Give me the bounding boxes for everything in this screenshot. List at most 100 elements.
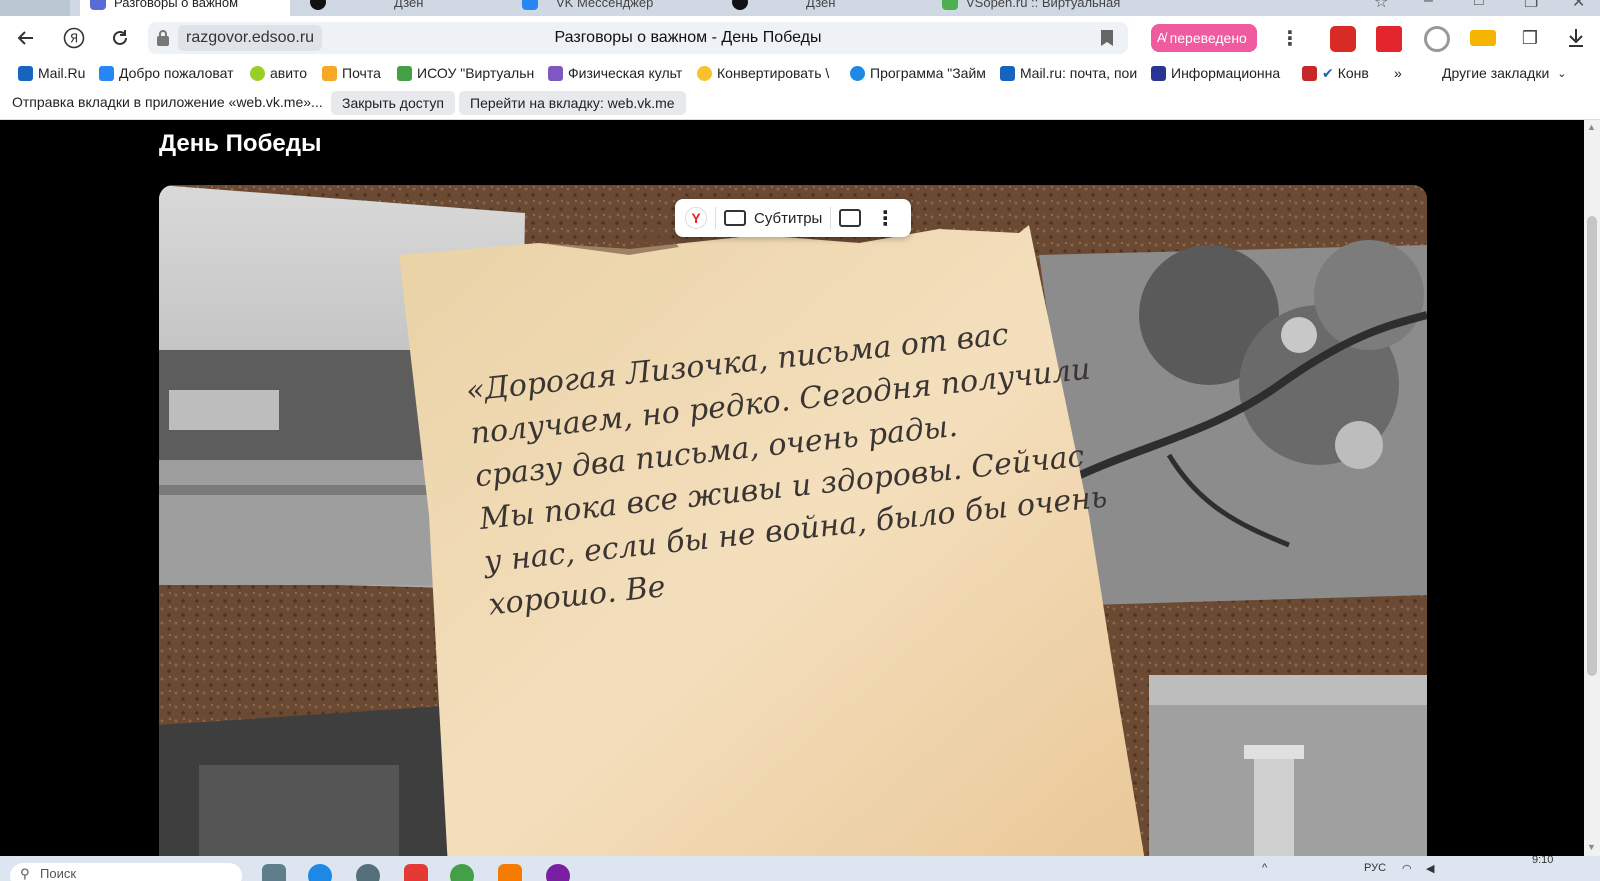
tab-vk-messenger[interactable]: VK Мессенджер <box>512 0 712 16</box>
pdf24-icon <box>1302 65 1317 81</box>
yandex-browser-icon[interactable] <box>404 864 428 881</box>
url-domain[interactable]: razgovor.edsoo.ru <box>178 25 323 51</box>
page-menu-button[interactable]: ⋮ <box>1276 24 1304 52</box>
tab-razgovor[interactable]: Разговоры о важном <box>80 0 290 16</box>
keyboard-language[interactable]: РУС <box>1364 862 1386 874</box>
other-bookmarks-button[interactable]: Другие закладки ⌄ <box>1442 63 1567 83</box>
tab-dzen-1[interactable]: Дзен <box>300 0 500 16</box>
settings-gear-icon[interactable] <box>356 864 380 881</box>
bookmark-tab-icon[interactable]: ☆ <box>1374 0 1388 12</box>
bookmark-convert[interactable]: Конвертировать \ <box>697 63 837 83</box>
bookmark-programma[interactable]: Программа "Займ <box>850 63 986 83</box>
check-icon: ✔ <box>1322 64 1334 81</box>
translated-badge[interactable]: A̸ переведено <box>1151 24 1257 52</box>
lock-icon[interactable] <box>156 29 170 47</box>
close-window-icon[interactable]: ✕ <box>1572 0 1585 12</box>
convert-icon <box>697 65 712 81</box>
volume-icon[interactable]: ◀ <box>1426 862 1434 875</box>
wifi-icon[interactable]: ◠ <box>1402 862 1412 875</box>
bookmark-fizkultura[interactable]: Физическая культ <box>548 63 686 83</box>
bookmark-avito[interactable]: авито <box>250 63 312 83</box>
maximize-icon[interactable]: ❐ <box>1524 0 1538 12</box>
avito-icon <box>250 65 265 81</box>
minimize-icon[interactable]: – <box>1424 0 1433 10</box>
svg-text:Я: Я <box>70 32 78 46</box>
subtitles-label: Субтитры <box>754 209 823 227</box>
address-bar[interactable]: razgovor.edsoo.ru Разговоры о важном - Д… <box>148 22 1128 54</box>
scroll-up-icon[interactable]: ▲ <box>1587 122 1596 132</box>
restore-icon[interactable]: □ <box>1474 0 1484 10</box>
mail-envelope-icon <box>322 65 337 81</box>
vk-icon <box>99 65 114 81</box>
taskbar-search[interactable]: ⚲ Поиск <box>10 863 242 881</box>
task-view-icon[interactable] <box>262 864 286 881</box>
clock-time[interactable]: 9:10 <box>1532 856 1553 866</box>
download-icon <box>1569 29 1583 47</box>
goto-tab-button[interactable]: Перейти на вкладку: web.vk.me <box>459 91 686 115</box>
bookmark-vk[interactable]: Добро пожаловат <box>99 63 237 83</box>
browser-toolbar: Я razgovor.edsoo.ru Разговоры о важном -… <box>0 16 1600 60</box>
page-scrollbar[interactable]: ▲ ▼ <box>1584 120 1600 856</box>
page-heading: День Победы <box>159 130 322 157</box>
yandex-logo-icon[interactable]: Y <box>685 207 707 229</box>
scroll-thumb[interactable] <box>1587 216 1597 676</box>
bookmark-mailru[interactable]: Mail.Ru <box>18 63 93 83</box>
extension-badge-icon[interactable] <box>1424 26 1450 52</box>
programma-icon <box>850 65 865 81</box>
edge-icon[interactable] <box>308 864 332 881</box>
graduation-cap-icon <box>1151 65 1166 81</box>
bookmark-mailru-mail[interactable]: Mail.ru: почта, пои <box>1000 63 1140 83</box>
mailru-icon <box>18 65 33 81</box>
bookmark-pdf-convert[interactable]: ✔ Конв <box>1302 63 1378 83</box>
tab-label: VK Мессенджер <box>556 0 654 10</box>
pdf-extension-icon[interactable] <box>1330 26 1356 52</box>
divider <box>715 207 716 229</box>
yandex-icon: Я <box>63 27 85 49</box>
close-access-button[interactable]: Закрыть доступ <box>331 91 455 115</box>
razgovor-favicon-icon <box>90 0 106 10</box>
fizkultura-icon <box>548 65 563 81</box>
scroll-down-icon[interactable]: ▼ <box>1587 842 1596 852</box>
dzen-icon <box>732 0 748 10</box>
gift-extension-icon[interactable] <box>1376 26 1402 52</box>
chrome-icon[interactable] <box>450 864 474 881</box>
bookmarks-overflow-button[interactable]: » <box>1394 63 1402 83</box>
collections-icon[interactable]: ❒ <box>1516 24 1544 52</box>
tab-label: Разговоры о важном <box>114 0 239 10</box>
downloads-button[interactable] <box>1562 24 1590 52</box>
translated-label: переведено <box>1169 30 1247 46</box>
arrow-left-icon <box>17 31 33 45</box>
chevron-down-icon: ⌄ <box>1557 67 1567 80</box>
bookmark-pochta[interactable]: Почта <box>322 63 386 83</box>
taskbar-search-placeholder: Поиск <box>40 866 77 881</box>
video-player[interactable]: «Дорогая Лизочка, письма от вас получаем… <box>159 185 1427 856</box>
subtitles-button[interactable]: Субтитры <box>724 210 822 227</box>
viber-icon[interactable] <box>546 864 570 881</box>
divider <box>830 207 832 229</box>
tray-chevron-icon[interactable]: ^ <box>1262 862 1267 874</box>
dzen-icon <box>310 0 326 10</box>
bookmark-isou[interactable]: ИСОУ "Виртуальн <box>397 63 535 83</box>
tab-label: Дзен <box>806 0 836 10</box>
tab-label: VSopen.ru :: Виртуальная <box>966 0 1121 10</box>
vk-messenger-icon <box>522 0 538 10</box>
bookmark-info[interactable]: Информационна <box>1151 63 1287 83</box>
notification-text: Отправка вкладки в приложение «web.vk.me… <box>12 94 323 110</box>
tab-vsopen[interactable]: VSopen.ru :: Виртуальная <box>932 0 1142 16</box>
tab-group-button[interactable] <box>0 0 70 16</box>
battery-extension-icon[interactable] <box>1470 30 1496 46</box>
bookmark-icon[interactable] <box>1100 29 1114 47</box>
tab-strip: Разговоры о важном Дзен VK Мессенджер Дз… <box>0 0 1600 16</box>
picture-in-picture-icon[interactable] <box>839 209 862 227</box>
subtitles-icon <box>724 210 746 226</box>
search-icon: ⚲ <box>20 866 30 881</box>
reload-button[interactable] <box>106 24 134 52</box>
yandex-home-button[interactable]: Я <box>60 24 88 52</box>
office-icon[interactable] <box>498 864 522 881</box>
back-button[interactable] <box>12 24 40 52</box>
tab-dzen-2[interactable]: Дзен <box>722 0 922 16</box>
more-options-icon[interactable]: ⋮ <box>875 206 895 231</box>
right-bottom-photo <box>1149 675 1427 856</box>
video-controls-overlay: Y Субтитры ⋮ <box>675 199 911 237</box>
windows-taskbar: ⚲ Поиск ^ РУС ◠ ◀ 9:10 <box>0 856 1600 881</box>
